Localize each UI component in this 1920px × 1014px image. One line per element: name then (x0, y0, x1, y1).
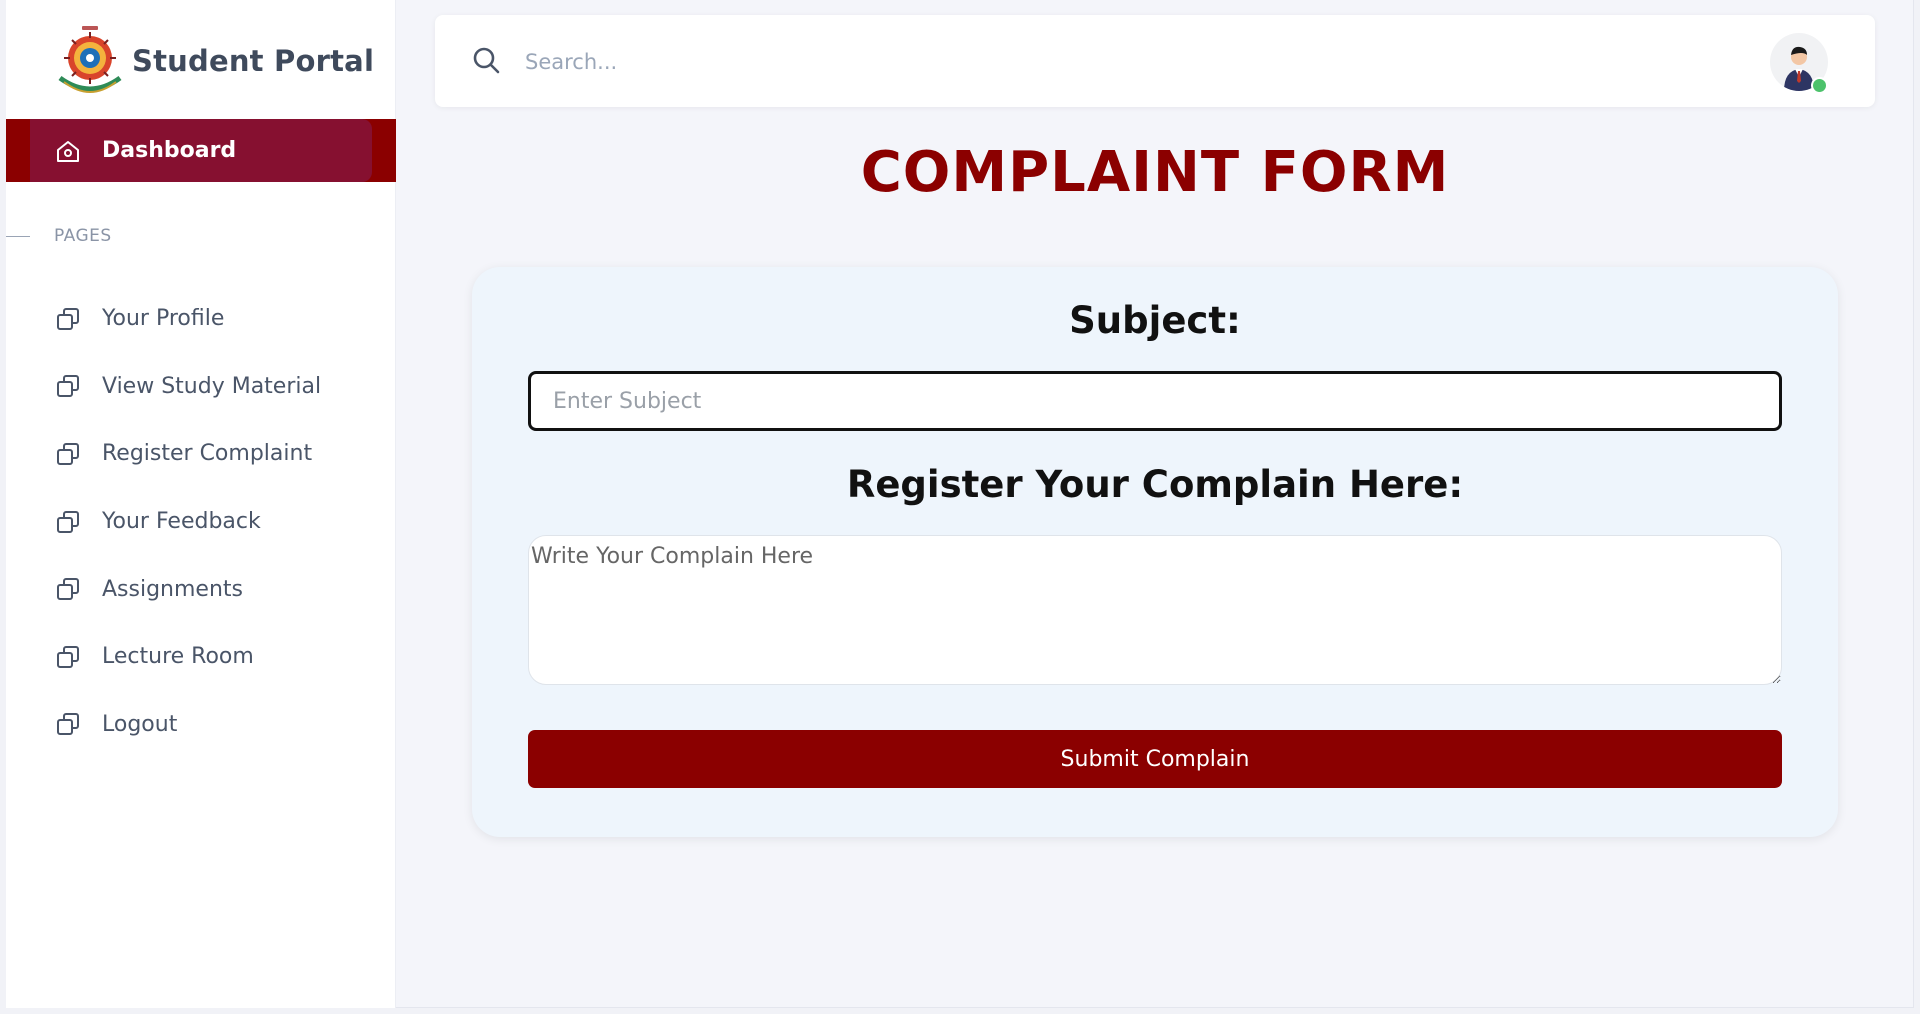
sidebar-item-label: View Study Material (102, 373, 322, 399)
online-status-dot (1811, 77, 1828, 94)
sidebar-item-your-feedback[interactable]: Your Feedback (54, 488, 321, 556)
sidebar-item-label: Your Feedback (102, 509, 261, 535)
complaint-form-card: Subject: Register Your Complain Here: Su… (472, 267, 1838, 837)
section-caption: PAGES (6, 226, 112, 246)
copy-icon (57, 307, 79, 330)
sidebar: Student Portal Dashboard PAGES Your Prof… (6, 0, 396, 1008)
copy-icon (57, 713, 79, 736)
section-caption-text: PAGES (54, 226, 112, 246)
sidebar-item-label: Assignments (102, 576, 243, 602)
sidebar-item-dashboard[interactable]: Dashboard (6, 119, 396, 182)
sidebar-item-label: Logout (102, 711, 178, 737)
subject-label: Subject: (1069, 299, 1241, 342)
complain-label: Register Your Complain Here: (846, 463, 1464, 506)
copy-icon (57, 375, 79, 398)
sidebar-item-label: Your Profile (102, 306, 225, 332)
sidebar-item-label: Dashboard (102, 138, 237, 163)
sidebar-item-lecture-room[interactable]: Lecture Room (54, 623, 321, 691)
submit-complain-button[interactable]: Submit Complain (528, 730, 1782, 788)
sidebar-item-label: Register Complaint (102, 441, 313, 467)
university-emblem-icon (58, 26, 122, 93)
home-icon (57, 140, 79, 162)
sidebar-item-your-profile[interactable]: Your Profile (54, 285, 321, 353)
copy-icon (57, 510, 79, 533)
sidebar-item-logout[interactable]: Logout (54, 691, 321, 759)
search-input[interactable] (523, 41, 1087, 83)
sidebar-nav: Your Profile View Study Material Registe… (54, 285, 321, 758)
copy-icon (57, 645, 79, 668)
dashboard-highlight: Dashboard (30, 119, 372, 182)
brand[interactable]: Student Portal (54, 24, 374, 98)
sidebar-item-register-complaint[interactable]: Register Complaint (54, 420, 321, 488)
complain-textarea[interactable] (528, 535, 1782, 685)
topbar (435, 15, 1875, 107)
page-title: COMPLAINT FORM (860, 140, 1450, 205)
sidebar-item-view-study-material[interactable]: View Study Material (54, 353, 321, 421)
section-divider (6, 235, 30, 237)
search-icon[interactable] (471, 45, 501, 75)
copy-icon (57, 578, 79, 601)
subject-input[interactable] (528, 371, 1782, 431)
brand-name: Student Portal (132, 44, 375, 78)
sidebar-item-assignments[interactable]: Assignments (54, 555, 321, 623)
sidebar-item-label: Lecture Room (102, 644, 254, 670)
copy-icon (57, 442, 79, 465)
